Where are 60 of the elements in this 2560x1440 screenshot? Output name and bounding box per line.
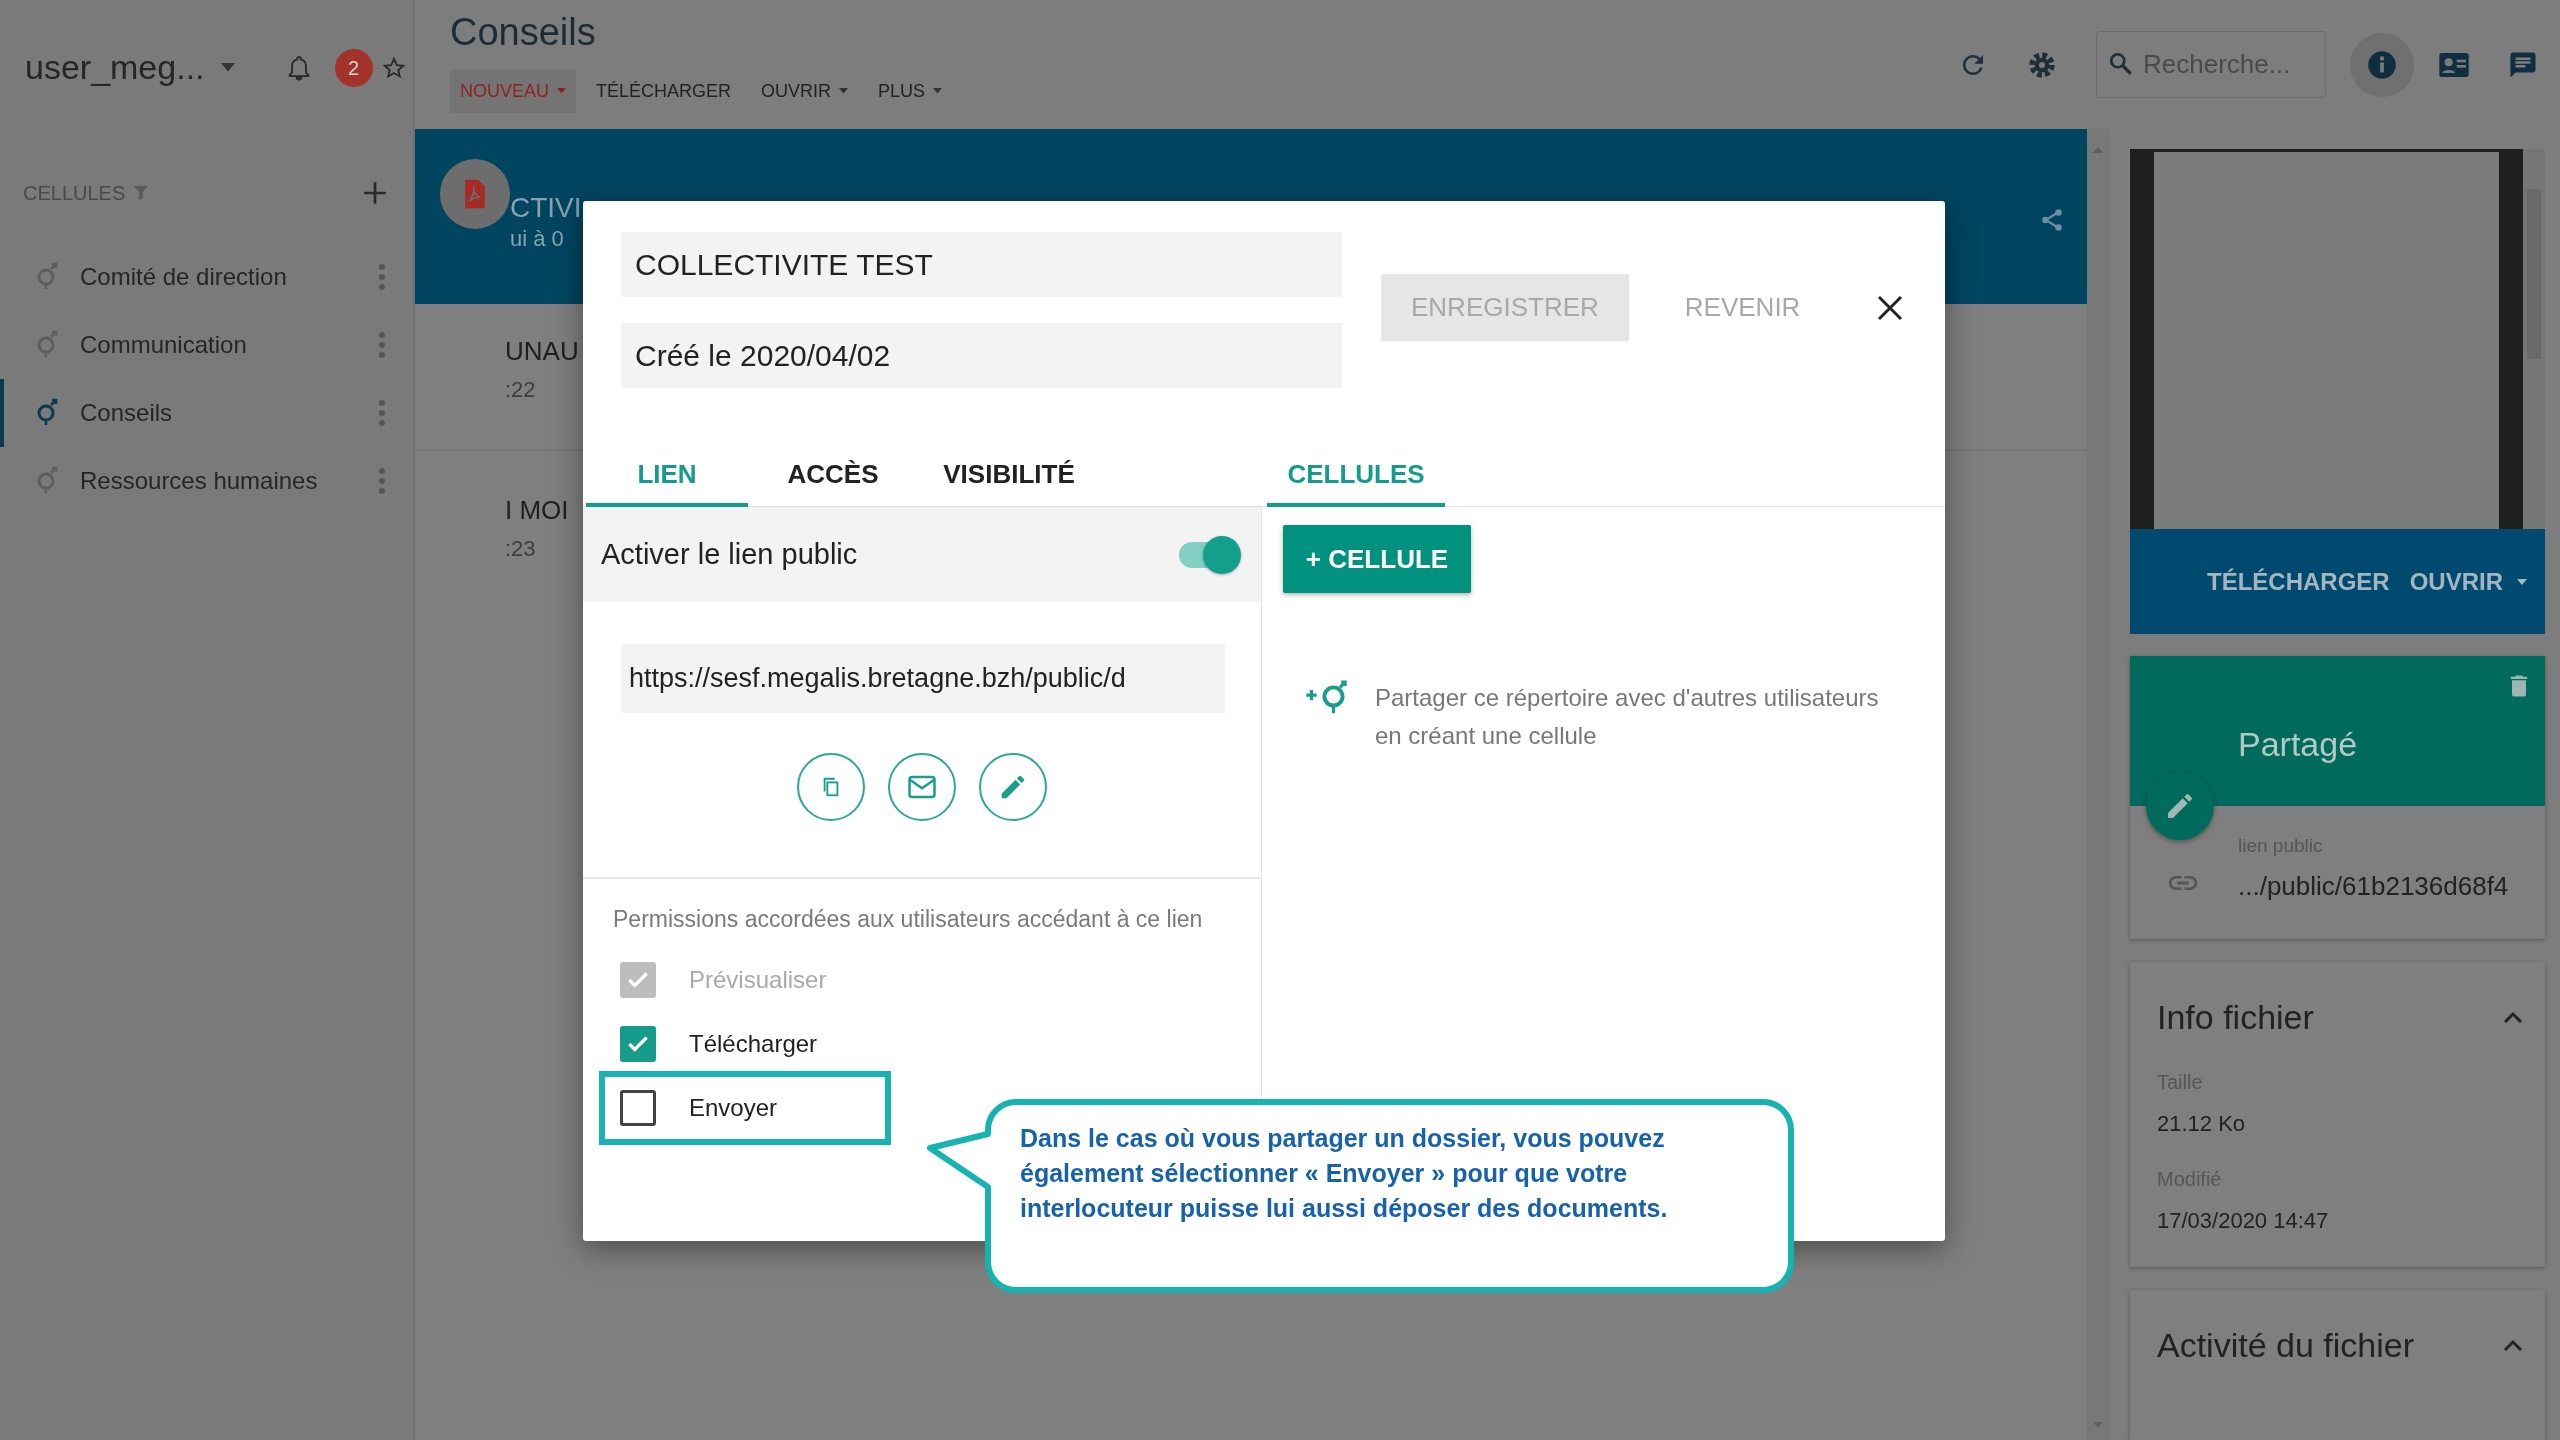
card-title: Activité du fichier [2157, 1325, 2414, 1366]
file-time: :22 [505, 376, 536, 405]
info-icon [2367, 49, 2397, 80]
checkbox-label: Prévisualiser [689, 965, 827, 995]
star-icon[interactable] [382, 56, 405, 79]
share-status: Partagé [2238, 724, 2359, 765]
card-title: Info fichier [2157, 997, 2314, 1038]
checkbox[interactable] [620, 1090, 656, 1126]
kebab-menu-icon[interactable] [379, 468, 385, 494]
callout-text: Dans le cas où vous partager un dossier, vous pouvez également sélectionner « Envoyer » pour que votre interlocuteur puisse lui aussi déposer des documents. [1020, 1123, 1669, 1224]
checkbox-label: Envoyer [689, 1093, 778, 1123]
add-cell-button[interactable]: + CELLULE [1283, 525, 1471, 593]
permissions-description: Permissions accordées aux utilisateurs accédant à ce lien [612, 905, 1204, 934]
edit-button[interactable] [2146, 772, 2214, 840]
field-value: 17/03/2020 14:47 [2157, 1207, 2330, 1235]
file-name: UNAU [505, 336, 579, 368]
kebab-menu-icon[interactable] [379, 332, 385, 358]
scrollbar[interactable] [2523, 149, 2545, 529]
plus-icon[interactable] [362, 180, 388, 206]
caret-icon [839, 88, 849, 94]
creation-date: Créé le 2020/04/02 [621, 323, 1342, 388]
caret-icon [933, 88, 943, 94]
page-title: Conseils [450, 10, 597, 55]
toolbar-button[interactable]: TÉLÉCHARGER [586, 69, 742, 113]
field-value: 21.12 Ko [2157, 1110, 2247, 1138]
name-field[interactable]: COLLECTIVITE TEST [621, 232, 1342, 297]
file-name: I MOI [505, 495, 569, 527]
share-icon[interactable] [2039, 207, 2065, 233]
close-icon[interactable] [1876, 293, 1905, 322]
checkbox-label: Télécharger [689, 1029, 818, 1059]
kebab-menu-icon[interactable] [379, 400, 385, 426]
url-field[interactable]: https://sesf.megalis.bretagne.bzh/public/d [621, 644, 1225, 713]
toolbar-button[interactable]: OUVRIR [751, 69, 859, 113]
tab[interactable]: CELLULES [1267, 445, 1445, 507]
toggle-label: Activer le lien public [601, 536, 858, 572]
tab[interactable]: ACCÈS [748, 445, 918, 507]
notification-count: 2 [334, 48, 373, 87]
tab[interactable]: VISIBILITÉ [918, 445, 1100, 507]
caret-icon [557, 88, 566, 94]
search-icon [2108, 51, 2134, 77]
cells-hint: Partager ce répertoire avec d'autres utilisateurs en créant une cellule [1375, 683, 1880, 751]
file-date: ui à 0 [510, 224, 564, 253]
chevron-up-icon[interactable] [2503, 1009, 2523, 1026]
preview-action-button[interactable]: TÉLÉCHARGER [2207, 563, 2390, 600]
public-link[interactable]: .../public/61b2136d68f4 [2238, 866, 2545, 906]
file-time: :23 [505, 535, 536, 564]
caret-icon [2517, 578, 2527, 585]
chevron-up-icon[interactable] [2503, 1337, 2523, 1354]
toggle-switch[interactable] [1179, 535, 1241, 574]
kebab-menu-icon[interactable] [379, 264, 385, 290]
sidebar-item[interactable]: Ressources humaines [0, 447, 413, 515]
user-menu[interactable]: user_meg... [25, 42, 235, 93]
sidebar-item[interactable]: Communication [0, 311, 413, 379]
file-title: CTIVI [510, 191, 582, 225]
sidebar-item[interactable]: Comité de direction [0, 243, 413, 311]
toolbar-button[interactable]: PLUS [868, 69, 953, 113]
checkbox[interactable] [620, 1026, 656, 1062]
caret-icon [220, 63, 235, 72]
preview-action-button[interactable]: OUVRIR [2409, 563, 2527, 600]
pdf-file-icon [463, 179, 487, 209]
